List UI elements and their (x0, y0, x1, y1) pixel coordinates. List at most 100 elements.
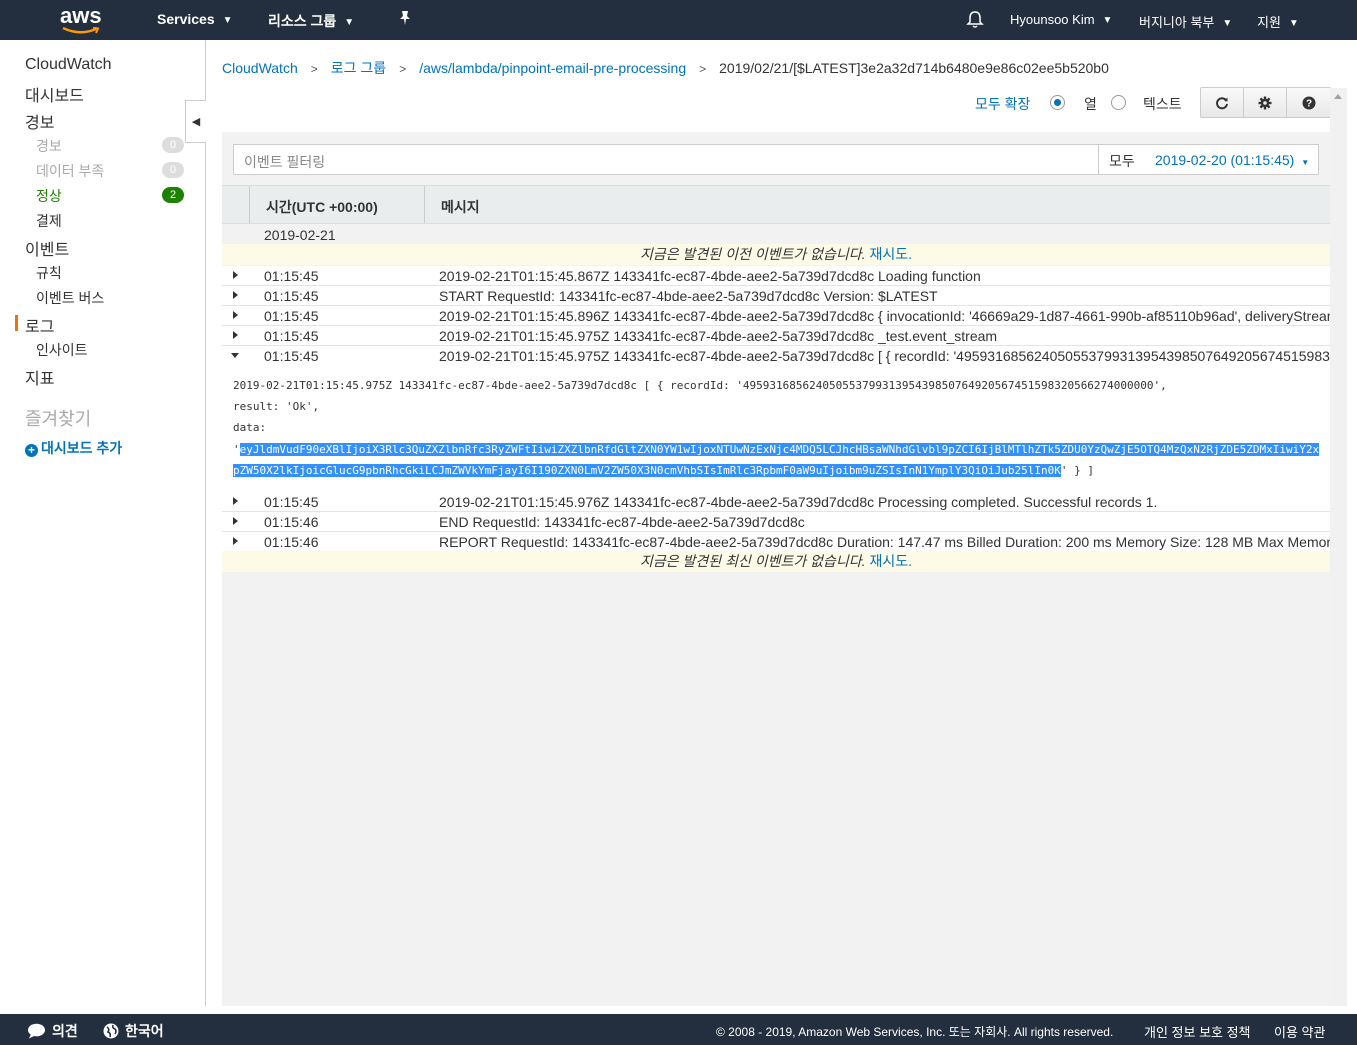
breadcrumb-current: 2019/02/21/[$LATEST]3e2a32d714b6480e9e86… (719, 60, 1109, 76)
action-button-group: ? (1200, 87, 1331, 118)
table-row[interactable]: 01:15:46 REPORT RequestId: 143341fc-ec87-… (222, 532, 1330, 552)
retry-newer-link[interactable]: 재시도. (869, 553, 912, 569)
sidebar-item-billing[interactable]: 결제 (36, 211, 62, 231)
column-header-time[interactable]: 시간(UTC +00:00) (266, 197, 378, 217)
retry-older-link[interactable]: 재시도. (869, 246, 912, 262)
region-menu[interactable]: 버지니아 북부 ▼ (1139, 12, 1232, 31)
caret-right-icon[interactable] (233, 271, 238, 279)
ok-count-badge: 2 (162, 187, 184, 203)
active-indicator (15, 315, 18, 331)
expanded-event-detail[interactable]: 2019-02-21T01:15:45.975Z 143341fc-ec87-4… (222, 365, 1330, 492)
pin-icon[interactable] (398, 10, 412, 29)
language-selector[interactable]: 한국어 (103, 1021, 164, 1041)
caret-down-icon[interactable] (231, 353, 239, 358)
copyright-text: © 2008 - 2019, Amazon Web Services, Inc.… (716, 1025, 1114, 1039)
sidebar-item-event-buses[interactable]: 이벤트 버스 (36, 288, 104, 308)
chevron-down-icon: ▼ (344, 17, 355, 28)
footer: 의견 한국어 © 2008 - 2019, Amazon Web Service… (0, 1014, 1357, 1045)
caret-down-icon: ▼ (1301, 158, 1310, 167)
sidebar-item-events[interactable]: 이벤트 (25, 236, 69, 260)
feedback-link[interactable]: 의견 (27, 1021, 78, 1041)
date-group-row: 2019-02-21 (222, 224, 1330, 244)
column-header-message[interactable]: 메시지 (441, 197, 480, 217)
breadcrumb-cloudwatch[interactable]: CloudWatch (222, 60, 298, 76)
detail-line: data: (233, 421, 267, 434)
chevron-right-icon: > (699, 62, 707, 76)
column-divider (424, 186, 425, 223)
notifications-button[interactable] (966, 10, 984, 32)
sidebar-item-dashboards[interactable]: 대시보드 (25, 82, 84, 106)
gear-icon (1258, 96, 1272, 109)
refresh-button[interactable] (1201, 88, 1244, 117)
privacy-policy-link[interactable]: 개인 정보 보호 정책 (1144, 1022, 1251, 1041)
range-date-value: 2019-02-20 (01:15:45) ▼ (1155, 152, 1310, 168)
breadcrumb-log-group[interactable]: /aws/lambda/pinpoint-email-pre-processin… (419, 60, 686, 76)
sidebar-item-ok[interactable]: 정상 (36, 186, 62, 206)
insufficient-count-badge: 0 (162, 162, 184, 178)
no-older-events-notice: 지금은 발견된 이전 이벤트가 없습니다. 재시도. (222, 244, 1330, 265)
sidebar-item-insufficient-data[interactable]: 데이터 부족 (36, 161, 104, 181)
plus-circle-icon: + (25, 444, 38, 457)
resource-groups-menu[interactable]: 리소스 그룹 ▼ (268, 11, 354, 31)
sidebar-item-metrics[interactable]: 지표 (25, 365, 54, 389)
expand-all-link[interactable]: 모두 확장 (975, 94, 1030, 114)
table-row[interactable]: 01:15:45 2019-02-21T01:15:45.975Z 143341f… (222, 326, 1330, 346)
sidebar-item-cloudwatch[interactable]: CloudWatch (25, 56, 112, 74)
sidebar-item-alarms[interactable]: 경보 (25, 109, 54, 133)
caret-right-icon[interactable] (233, 517, 238, 525)
table-row-expanded[interactable]: 01:15:45 2019-02-21T01:15:45.975Z 143341f… (222, 346, 1330, 366)
breadcrumb: CloudWatch > 로그 그룹 > /aws/lambda/pinpoint-em… (222, 58, 1109, 78)
top-navigation: aws Services ▼ 리소스 그룹 ▼ Hyounsoo Kim ▼ 버지니아… (0, 0, 1357, 40)
sidebar-item-rules[interactable]: 규칙 (36, 263, 62, 283)
detail-line: 2019-02-21T01:15:45.975Z 143341fc-ec87-4… (233, 379, 1167, 392)
table-row[interactable]: 01:15:45 2019-02-21T01:15:45.867Z 143341f… (222, 266, 1330, 286)
caret-right-icon[interactable] (233, 291, 238, 299)
chevron-down-icon: ▼ (1102, 15, 1113, 26)
services-menu[interactable]: Services ▼ (157, 11, 233, 27)
help-icon: ? (1302, 96, 1315, 109)
selected-text: pZW50X2lkIjoicGlucG9pbnRhcGkiLCJmZWVkYmF… (233, 464, 1061, 477)
selected-text: eyJldmVudF90eXBlIjoiX3Rlc3QuZXZlbnRfc3Ry… (239, 443, 1320, 456)
bell-icon (966, 11, 984, 28)
sidebar-item-logs[interactable]: 로그 (25, 313, 54, 337)
settings-button[interactable] (1244, 88, 1287, 117)
view-row-radio[interactable] (1050, 95, 1065, 110)
pushpin-icon (400, 11, 410, 25)
caret-left-icon: ◀ (191, 116, 201, 128)
page-scrollbar[interactable] (1330, 88, 1347, 1006)
caret-right-icon[interactable] (233, 311, 238, 319)
table-row[interactable]: 01:15:45 START RequestId: 143341fc-ec87-4… (222, 286, 1330, 306)
sidebar-item-insights[interactable]: 인사이트 (36, 340, 88, 360)
user-menu[interactable]: Hyounsoo Kim ▼ (1010, 12, 1112, 27)
breadcrumb-log-groups[interactable]: 로그 그룹 (331, 60, 386, 76)
filter-events-input[interactable]: 이벤트 필터링 (233, 144, 1099, 175)
chevron-down-icon: ▼ (1222, 18, 1233, 29)
view-text-radio[interactable] (1111, 95, 1126, 110)
favorites-heading: 즐겨찾기 (25, 409, 92, 429)
aws-logo[interactable]: aws (60, 3, 104, 36)
aws-smile-icon (62, 27, 100, 34)
speech-bubble-icon (28, 1023, 45, 1039)
help-button[interactable]: ? (1287, 88, 1330, 117)
time-range-selector[interactable]: 모두 2019-02-20 (01:15:45) ▼ (1099, 144, 1319, 175)
table-row[interactable]: 01:15:45 2019-02-21T01:15:45.976Z 143341f… (222, 492, 1330, 512)
range-all-label: 모두 (1109, 153, 1135, 169)
column-divider (249, 186, 250, 223)
globe-icon (103, 1023, 119, 1039)
caret-right-icon[interactable] (233, 497, 238, 505)
collapse-sidebar-button[interactable]: ◀ (185, 100, 206, 143)
add-dashboard-link[interactable]: + 대시보드 추가 (25, 438, 122, 458)
table-row[interactable]: 01:15:45 2019-02-21T01:15:45.896Z 143341f… (222, 306, 1330, 326)
alarm-count-badge: 0 (162, 137, 184, 153)
table-row[interactable]: 01:15:46 END RequestId: 143341fc-ec87-4bd… (222, 512, 1330, 532)
log-events-panel: 이벤트 필터링 모두 2019-02-20 (01:15:45) ▼ 시간(UT… (222, 132, 1330, 1006)
aws-logo-text: aws (60, 3, 102, 28)
sidebar-item-alarm-state[interactable]: 경보 (36, 136, 62, 156)
scroll-up-arrow-icon[interactable] (1334, 94, 1342, 99)
support-menu[interactable]: 지원 ▼ (1257, 12, 1299, 31)
terms-of-use-link[interactable]: 이용 약관 (1274, 1022, 1325, 1041)
table-header: 시간(UTC +00:00) 메시지 (222, 185, 1330, 224)
chevron-down-icon: ▼ (222, 15, 233, 26)
caret-right-icon[interactable] (233, 537, 238, 545)
caret-right-icon[interactable] (233, 331, 238, 339)
